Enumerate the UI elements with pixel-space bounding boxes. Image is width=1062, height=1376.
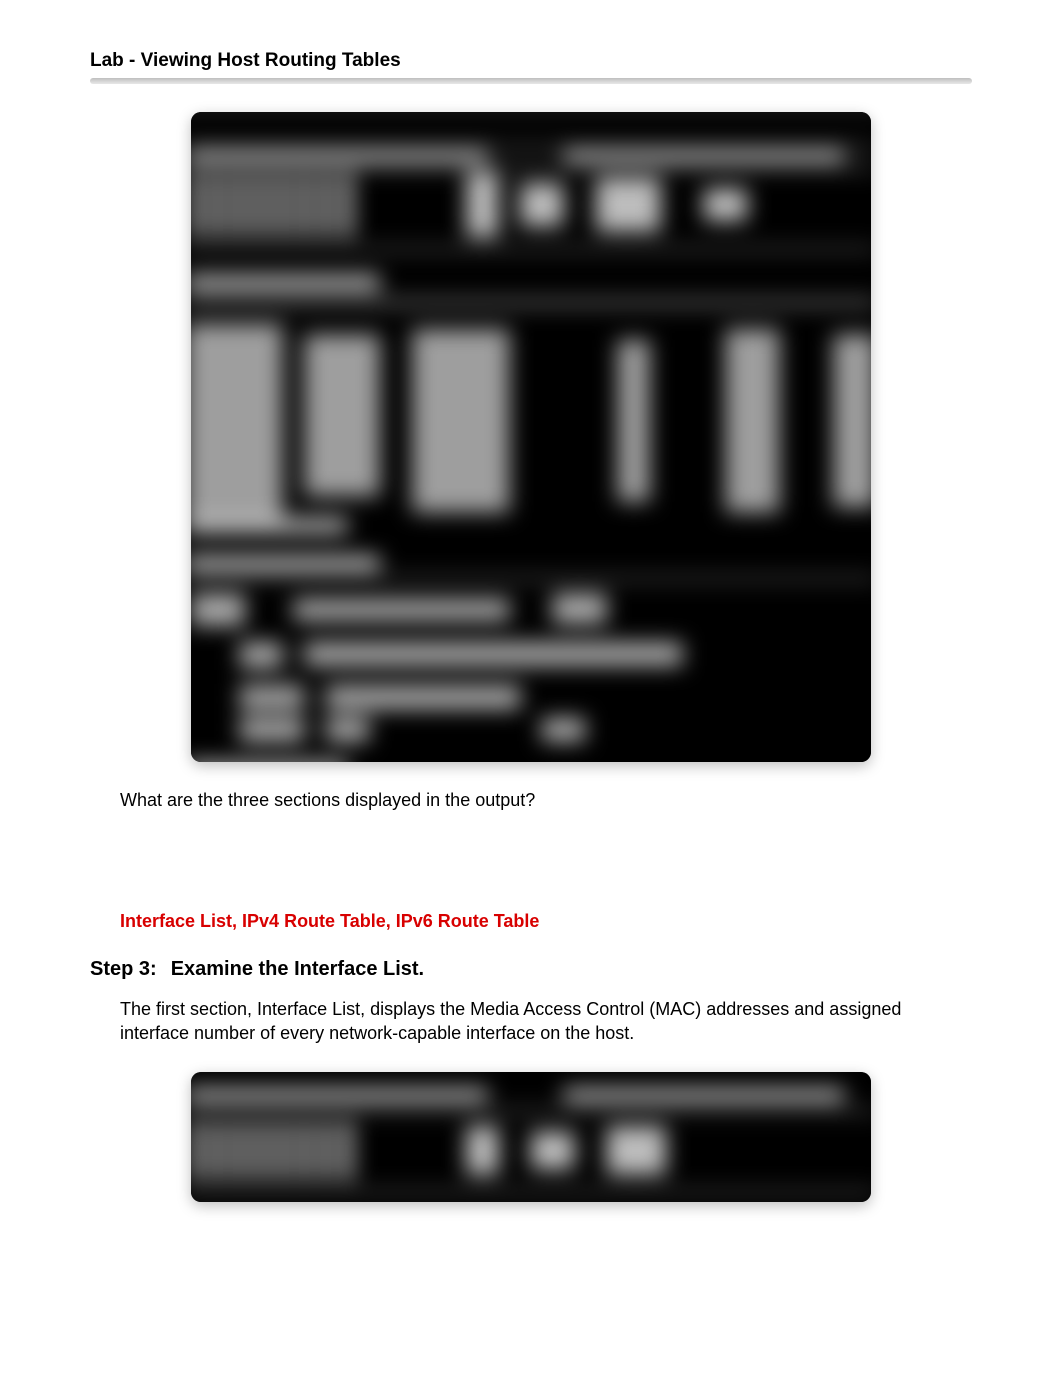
question-prompt: What are the three sections displayed in… [120,790,972,811]
figure-frame [191,1072,871,1202]
figure-blurred-content [191,112,871,762]
figure-interface-list [191,1072,871,1202]
step3-paragraph: The first section, Interface List, displ… [120,997,972,1046]
question-answer: Interface List, IPv4 Route Table, IPv6 R… [120,911,972,932]
figure-route-print-output [191,112,871,762]
step3-title: Examine the Interface List. [171,958,424,981]
document-page: Lab - Viewing Host Routing Tables [0,0,1062,1376]
figure-frame [191,112,871,762]
step3-heading: Step 3: Examine the Interface List. [90,958,972,981]
step3-number: Step 3: [90,958,157,981]
page-header-title: Lab - Viewing Host Routing Tables [90,50,972,72]
header-divider [90,78,972,84]
figure-blurred-content [191,1072,871,1202]
